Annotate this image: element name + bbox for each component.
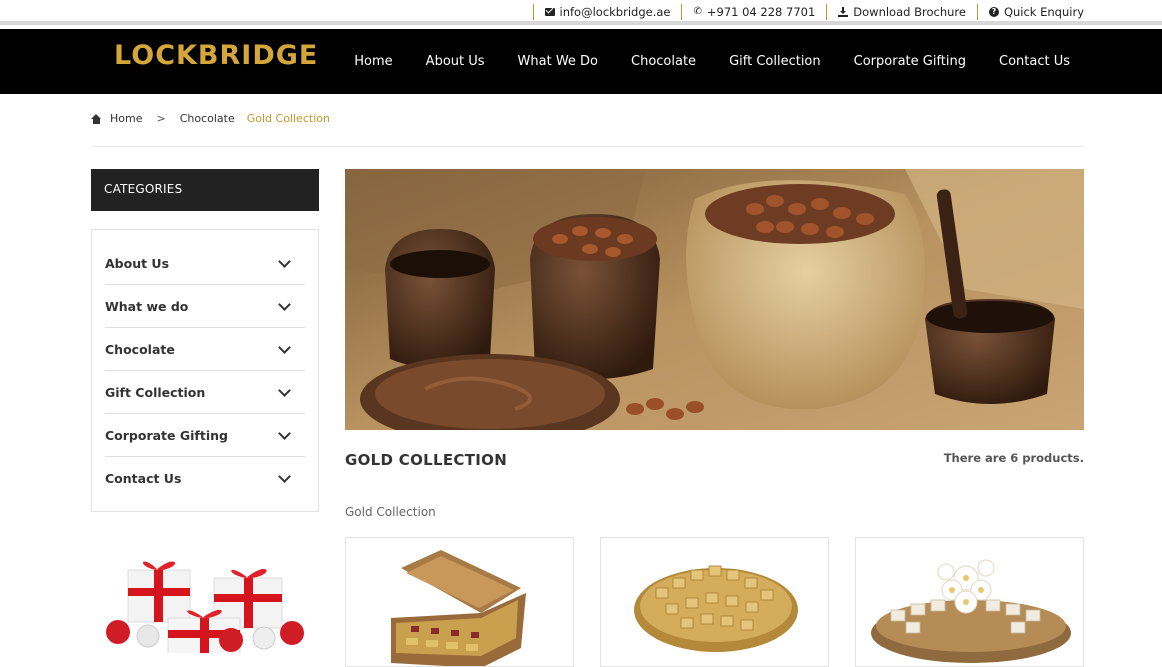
phone-link[interactable]: ✆ +971 04 228 7701: [681, 4, 826, 20]
categories-list: About Us What we do Chocolate Gift Colle…: [91, 229, 319, 512]
category-chocolate[interactable]: Chocolate: [105, 328, 305, 371]
nav-corporate-gifting[interactable]: Corporate Gifting: [854, 54, 966, 69]
breadcrumb-current: Gold Collection: [246, 112, 330, 125]
gold-platter-chocolates-image[interactable]: [601, 538, 829, 667]
phone-text: +971 04 228 7701: [706, 5, 816, 19]
product-card[interactable]: [345, 537, 574, 667]
breadcrumb: Home > Chocolate Gold Collection: [91, 112, 330, 125]
flower-basket-chocolates-image[interactable]: [856, 538, 1084, 667]
categories-heading: CATEGORIES: [91, 169, 319, 211]
site-logo[interactable]: LOCKBRIDGE: [114, 40, 318, 71]
category-gift-collection[interactable]: Gift Collection: [105, 371, 305, 414]
product-count: There are 6 products.: [943, 451, 1084, 465]
breadcrumb-separator: >: [156, 112, 166, 125]
breadcrumb-chocolate[interactable]: Chocolate: [180, 112, 235, 125]
phone-icon: ✆: [693, 6, 702, 17]
divider: [91, 146, 1084, 147]
download-brochure-link[interactable]: Download Brochure: [826, 4, 977, 20]
category-corporate-gifting[interactable]: Corporate Gifting: [105, 414, 305, 457]
nav-about-us[interactable]: About Us: [426, 54, 485, 69]
category-label: Corporate Gifting: [105, 427, 228, 443]
chevron-down-icon[interactable]: [278, 383, 291, 397]
nav-gift-collection[interactable]: Gift Collection: [729, 54, 821, 69]
home-icon[interactable]: [91, 113, 102, 124]
wooden-box-chocolates-image[interactable]: [346, 538, 574, 667]
top-links: info@lockbridge.ae ✆ +971 04 228 7701 Do…: [532, 0, 1084, 24]
question-circle-icon: ?: [988, 7, 999, 17]
subcategory-label: Gold Collection: [345, 505, 436, 519]
category-label: Chocolate: [105, 341, 175, 357]
chevron-down-icon[interactable]: [278, 470, 291, 483]
category-label: What we do: [105, 298, 189, 314]
nav-chocolate[interactable]: Chocolate: [631, 54, 696, 69]
chevron-down-icon[interactable]: [278, 426, 291, 440]
chevron-down-icon[interactable]: [278, 340, 291, 354]
chevron-down-icon[interactable]: [278, 297, 291, 311]
category-what-we-do[interactable]: What we do: [105, 285, 305, 328]
nav-contact-us[interactable]: Contact Us: [999, 54, 1070, 69]
main-nav: Home About Us What We Do Chocolate Gift …: [321, 29, 1070, 94]
product-card[interactable]: [855, 537, 1084, 667]
envelope-icon: [544, 8, 555, 16]
download-icon: [838, 7, 849, 17]
quick-enquiry-text: Quick Enquiry: [1003, 5, 1084, 19]
category-about-us[interactable]: About Us: [105, 242, 305, 285]
top-utility-bar: info@lockbridge.ae ✆ +971 04 228 7701 Do…: [0, 0, 1162, 25]
cocoa-beans-banner-image: [345, 169, 1084, 430]
email-text: info@lockbridge.ae: [559, 5, 671, 19]
gift-boxes-promo-image[interactable]: [96, 548, 316, 653]
category-contact-us[interactable]: Contact Us: [105, 457, 305, 500]
breadcrumb-home[interactable]: Home: [110, 112, 142, 125]
main-header: LOCKBRIDGE Home About Us What We Do Choc…: [0, 29, 1162, 94]
category-label: Gift Collection: [105, 384, 206, 400]
nav-what-we-do[interactable]: What We Do: [518, 54, 598, 69]
category-label: Contact Us: [105, 471, 182, 486]
product-card[interactable]: [600, 537, 829, 667]
category-label: About Us: [105, 255, 170, 271]
quick-enquiry-link[interactable]: ? Quick Enquiry: [976, 4, 1084, 20]
download-brochure-text: Download Brochure: [853, 5, 966, 19]
page-title: GOLD COLLECTION: [345, 451, 508, 469]
email-link[interactable]: info@lockbridge.ae: [532, 4, 682, 20]
chevron-down-icon[interactable]: [278, 254, 291, 268]
nav-home[interactable]: Home: [354, 54, 392, 69]
